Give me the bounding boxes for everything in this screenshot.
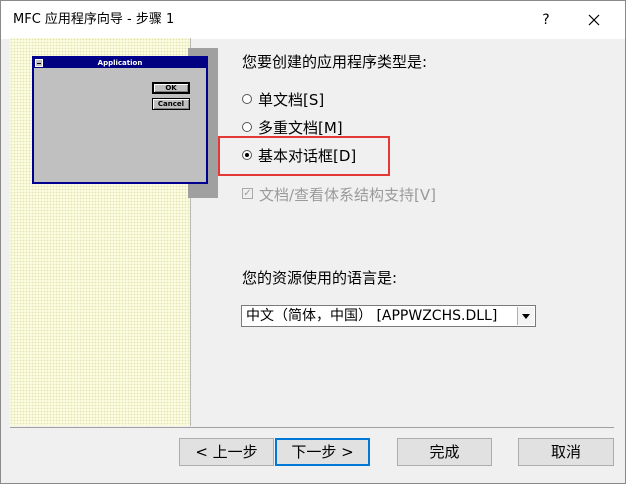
checkbox-label: 文档/查看体系结构支持[V] — [259, 186, 437, 204]
next-button-label: 下一步 > — [291, 443, 354, 461]
preview-cancel-button: Cancel — [152, 98, 190, 110]
preview-title-bar: Application — [34, 58, 206, 68]
finish-button[interactable]: 完成 — [397, 438, 492, 466]
close-button[interactable] — [576, 7, 612, 33]
button-bar-divider — [10, 427, 614, 428]
radio-single-document[interactable]: 单文档[S] — [242, 89, 324, 111]
back-button-label: < 上一步 — [195, 443, 258, 461]
preview-ok-button: OK — [152, 82, 190, 94]
preview-system-menu-icon — [35, 59, 43, 67]
cancel-button-label: 取消 — [550, 443, 581, 461]
next-button[interactable]: 下一步 > — [275, 438, 370, 466]
back-button[interactable]: < 上一步 — [179, 438, 274, 466]
checkbox-checked-icon: ✓ — [242, 188, 253, 199]
radio-button-icon[interactable] — [242, 93, 252, 104]
radio-label: 多重文档[M] — [258, 119, 343, 137]
language-dropdown-value: 中文（简体，中国） [APPWZCHS.DLL] — [246, 308, 498, 324]
doc-view-support-checkbox: ✓ 文档/查看体系结构支持[V] — [242, 184, 436, 206]
finish-button-label: 完成 — [429, 443, 460, 461]
chevron-down-icon[interactable] — [517, 307, 534, 325]
help-button[interactable]: ? — [531, 9, 561, 31]
radio-button-icon[interactable] — [242, 121, 252, 132]
highlight-annotation-box — [218, 136, 390, 176]
app-type-question: 您要创建的应用程序类型是: — [242, 53, 428, 71]
close-icon — [588, 14, 600, 26]
title-bar: MFC 应用程序向导 - 步骤 1 ? — [1, 1, 625, 39]
language-question: 您的资源使用的语言是: — [242, 269, 398, 287]
window-title: MFC 应用程序向导 - 步骤 1 — [13, 12, 175, 27]
language-dropdown[interactable]: 中文（简体，中国） [APPWZCHS.DLL] — [241, 305, 536, 327]
cancel-button[interactable]: 取消 — [518, 438, 614, 466]
radio-label: 单文档[S] — [258, 91, 325, 109]
dialog-preview-illustration: Application OK Cancel — [32, 56, 208, 184]
